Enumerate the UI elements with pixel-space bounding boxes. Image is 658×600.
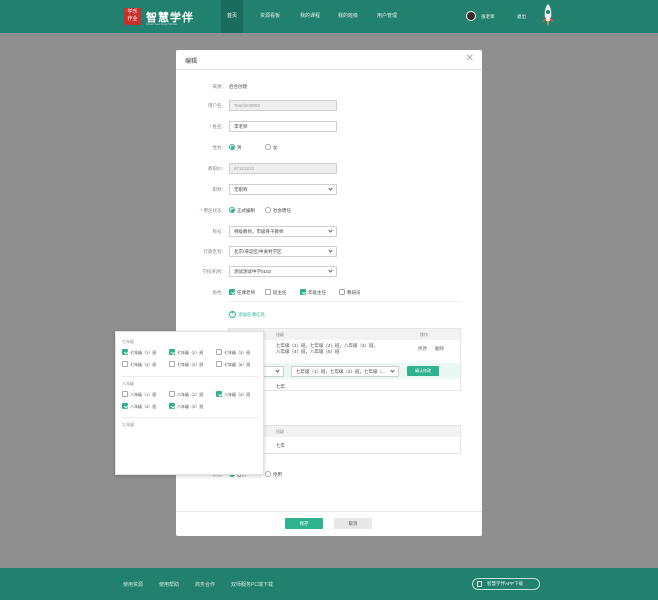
nav-item-user-management[interactable]: 用户管理 xyxy=(370,0,404,33)
employ-contract-radio[interactable]: 社会聘任 xyxy=(265,207,291,214)
top-navigation-bar: 学乐 作业 智慧学伴 Smart Learning Partner 首页 资源看… xyxy=(0,0,658,33)
chevron-down-icon xyxy=(328,228,333,233)
region-label: 行政区划： xyxy=(203,249,227,254)
row-classes: 八年级（4）班，八年级（5）班 xyxy=(276,349,340,354)
chevron-down-icon xyxy=(328,186,333,191)
chevron-down-icon xyxy=(328,268,333,273)
class-dropdown: 七年级 七年级（1）班 七年级（2）班 七年级（3）班 七年级（4）班 七年级（… xyxy=(115,331,264,475)
role-label: 角色： xyxy=(212,290,227,295)
save-button[interactable]: 保存 xyxy=(285,518,323,529)
class-option[interactable]: 七年级（1）班 xyxy=(122,349,156,356)
school-select[interactable]: 测试测试中学0102 xyxy=(229,266,337,277)
role-researcher-checkbox[interactable]: 教研员 xyxy=(339,289,361,296)
region-select[interactable]: 北京/海淀区/中关村学区 xyxy=(229,246,337,257)
group-grade-8: 八年级 xyxy=(122,381,134,386)
class-option[interactable]: 七年级（2）班 xyxy=(169,349,203,356)
chevron-down-icon xyxy=(328,248,333,253)
class-option[interactable]: 七年级（5）班 xyxy=(169,361,203,368)
row-classes: 七年 xyxy=(276,384,285,389)
plus-icon: + xyxy=(229,311,236,318)
classes-select[interactable]: 七年级（1）班，七年级（2）班，七年级（... xyxy=(291,366,399,377)
username-label: 用户名： xyxy=(208,103,226,108)
employ-formal-radio[interactable]: 正式编制 xyxy=(229,207,255,214)
gender-male-radio[interactable]: 男 xyxy=(229,144,242,151)
user-name[interactable]: 张老师 xyxy=(481,14,495,20)
confirm-edit-button[interactable]: 确认修改 xyxy=(407,366,439,376)
col-classes: 班级 xyxy=(276,332,284,337)
cancel-button[interactable]: 取消 xyxy=(334,518,372,529)
add-teaching-link[interactable]: + 添加任课信息 xyxy=(229,311,265,318)
phone-icon xyxy=(477,581,482,587)
class-option[interactable]: 八年级（2）班 xyxy=(169,391,203,398)
avatar[interactable] xyxy=(466,11,476,21)
level-label: 称号： xyxy=(212,229,227,234)
name-field[interactable]: 李老师 xyxy=(229,121,337,132)
nav-item-classes[interactable]: 我的班级 xyxy=(332,0,364,33)
gender-label: 性别： xyxy=(212,145,227,150)
class-option[interactable]: 七年级（6）班 xyxy=(216,361,250,368)
row-classes: 七年 xyxy=(276,443,285,448)
class-option[interactable]: 八年级（4）班 xyxy=(122,403,156,410)
school-label: 学校/机构： xyxy=(202,269,226,274)
close-icon[interactable]: ✕ xyxy=(466,54,474,64)
footer: 使用资源 使用帮助 商务合作 双师服务PC端下载 智慧学伴APP下载 xyxy=(0,568,658,600)
status-disabled-radio[interactable]: 停用 xyxy=(265,471,282,478)
dialog-header: 编辑 ✕ xyxy=(176,50,482,70)
source-value: 后台创建 xyxy=(229,84,247,89)
teacher-id-label: 教职ID： xyxy=(208,166,226,171)
col-actions: 操作 xyxy=(420,332,428,337)
group-separator xyxy=(122,417,259,418)
divider xyxy=(228,301,461,302)
title-label: 职称： xyxy=(212,187,227,192)
gender-female-radio[interactable]: 女 xyxy=(265,144,278,151)
class-option[interactable]: 七年级（3）班 xyxy=(216,349,250,356)
role-head-teacher-checkbox[interactable]: 班主任 xyxy=(265,289,287,296)
logout-link[interactable]: 退出 xyxy=(517,14,526,20)
employ-label: * 聘任状态： xyxy=(200,208,226,213)
role-grade-director-checkbox[interactable]: 年级主任 xyxy=(300,289,326,296)
level-select[interactable]: 特级教师，市级骨干教师 xyxy=(229,226,337,237)
footer-link-business[interactable]: 商务合作 xyxy=(195,581,215,588)
footer-link-pc-download[interactable]: 双师服务PC端下载 xyxy=(231,581,273,588)
logo-badge: 学乐 作业 xyxy=(124,8,141,25)
delete-link[interactable]: 删除 xyxy=(435,346,444,352)
username-field: Teacher0002 xyxy=(229,100,337,111)
name-label: * 姓名： xyxy=(209,124,226,129)
teacher-id-field: 67121212 xyxy=(229,163,337,174)
class-option[interactable]: 八年级（3）班 xyxy=(216,391,250,398)
footer-divider xyxy=(176,511,482,512)
role-subject-teacher-checkbox[interactable]: 任课老师 xyxy=(229,289,255,296)
class-option[interactable]: 七年级（4）班 xyxy=(122,361,156,368)
class-option[interactable]: 八年级（1）班 xyxy=(122,391,156,398)
nav-item-courses[interactable]: 我的课程 xyxy=(294,0,326,33)
group-grade-7: 七年级 xyxy=(122,339,134,344)
nav-item-home[interactable]: 首页 xyxy=(221,0,243,33)
title-select[interactable]: 无职称 xyxy=(229,184,337,195)
rocket-icon xyxy=(542,4,554,27)
nav-item-resources[interactable]: 资源看板 xyxy=(254,0,286,33)
footer-link-help[interactable]: 使用帮助 xyxy=(159,581,179,588)
class-option[interactable]: 八年级（5）班 xyxy=(169,403,203,410)
footer-link-resources[interactable]: 使用资源 xyxy=(123,581,143,588)
brand-subtitle: Smart Learning Partner xyxy=(146,22,178,26)
source-label: 来源： xyxy=(212,84,227,89)
group-grade-9: 九年级 xyxy=(122,422,134,427)
edit-link[interactable]: 修改 xyxy=(418,346,427,352)
chevron-down-icon xyxy=(390,368,395,373)
chevron-down-icon xyxy=(275,368,280,373)
group-separator xyxy=(122,376,259,377)
col-classes: 班级 xyxy=(276,429,284,434)
dialog-title: 编辑 xyxy=(185,59,198,65)
app-download-button[interactable]: 智慧学伴APP下载 xyxy=(472,578,540,590)
